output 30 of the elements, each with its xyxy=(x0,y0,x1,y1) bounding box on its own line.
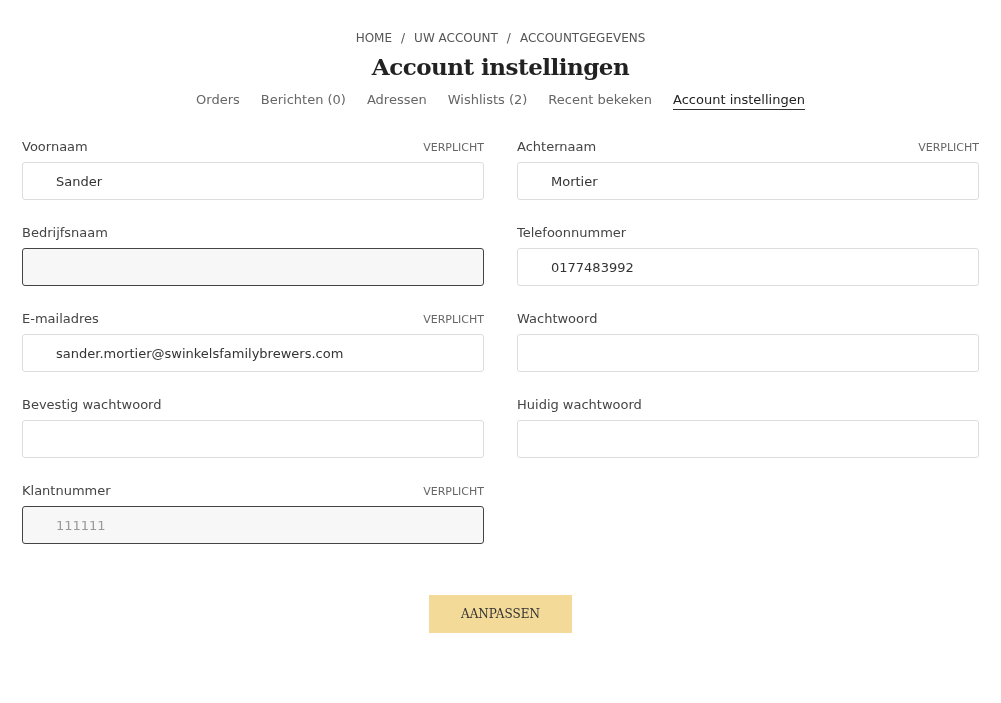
page-title: Account instellingen xyxy=(370,53,631,80)
field-label: Voornaam xyxy=(22,139,88,154)
field-label: Bedrijfsnaam xyxy=(22,225,108,240)
account-tab[interactable]: Recent bekeken xyxy=(548,92,652,110)
account-tab[interactable]: Berichten (0) xyxy=(260,92,346,110)
required-note: VERPLICHT xyxy=(423,313,484,326)
input-field[interactable]: Mortier xyxy=(517,162,979,200)
account-tab[interactable]: Orders xyxy=(196,92,240,110)
field-label: Wachtwoord xyxy=(517,311,598,326)
account-tab[interactable]: Wishlists (2) xyxy=(447,92,528,110)
breadcrumb-separator: / xyxy=(506,31,511,45)
breadcrumb-separator: / xyxy=(401,31,406,45)
field-label: Bevestig wachtwoord xyxy=(22,397,162,412)
input-field[interactable]: sander.mortier@swinkelsfamilybrewers.com xyxy=(22,334,484,372)
breadcrumb-link[interactable]: UW ACCOUNT xyxy=(414,31,498,45)
field-label: Klantnummer xyxy=(22,483,111,498)
account-tab[interactable]: Adressen xyxy=(366,92,427,110)
field-label: Telefoonnummer xyxy=(517,225,627,240)
required-note: VERPLICHT xyxy=(918,141,979,154)
field-label: Huidig wachtwoord xyxy=(517,397,642,412)
breadcrumb-link[interactable]: ACCOUNTGEGEVENS xyxy=(519,31,646,45)
field-label: Achternaam xyxy=(517,139,597,154)
input-field[interactable]: 0177483992 xyxy=(517,248,979,286)
input-field[interactable]: Sander xyxy=(22,162,484,200)
required-note: VERPLICHT xyxy=(423,141,484,154)
required-note: VERPLICHT xyxy=(423,485,484,498)
submit-button[interactable]: AANPASSEN xyxy=(429,595,572,633)
field-label: E-mailadres xyxy=(22,311,99,326)
account-tab[interactable]: Account instellingen xyxy=(673,92,805,110)
breadcrumb-link[interactable]: HOME xyxy=(355,31,393,45)
